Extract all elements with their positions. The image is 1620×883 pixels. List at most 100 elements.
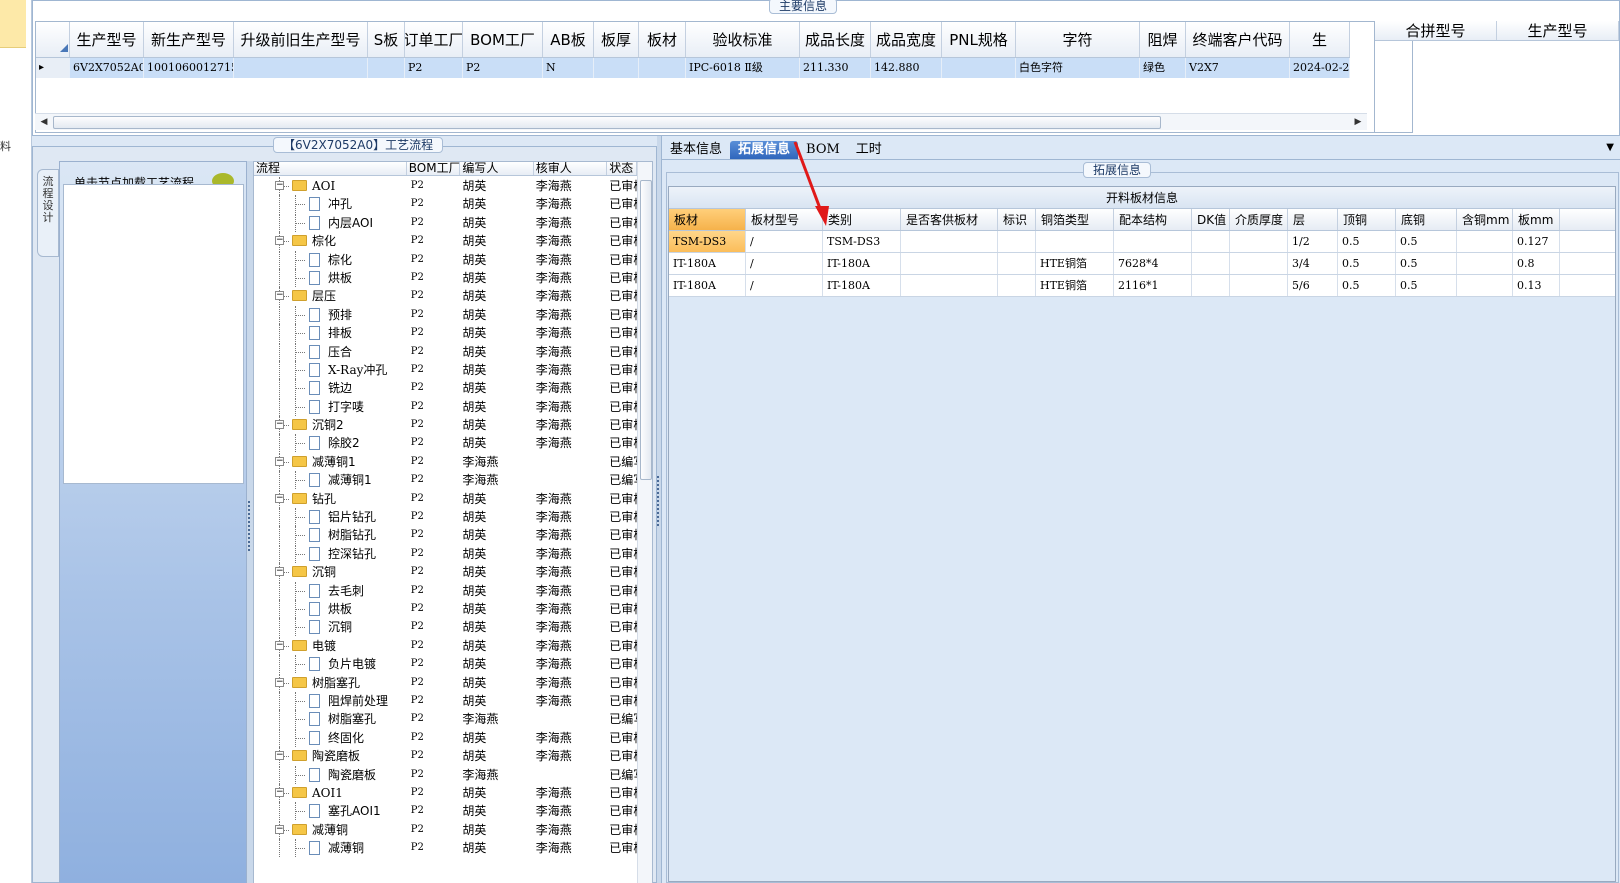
material-cell[interactable]: IT-180A xyxy=(669,253,746,274)
material-col-header[interactable]: DK值 xyxy=(1192,209,1230,230)
tab-1[interactable]: 拓展信息 xyxy=(730,141,799,159)
material-cell[interactable]: 0.5 xyxy=(1396,275,1457,296)
tree-row[interactable]: 终固化 P2 胡英 李海燕 已审核 xyxy=(254,728,637,747)
material-cell[interactable] xyxy=(1114,231,1192,252)
main-col-header[interactable]: PNL规格 xyxy=(942,22,1016,57)
tree-node[interactable]: 冲孔 xyxy=(254,195,407,214)
material-table-body[interactable]: TSM-DS3/TSM-DS3 1/2 0.5 0.5 0.127 IT-180A / IT-… xyxy=(669,231,1615,297)
material-col-header[interactable]: 顶铜 xyxy=(1338,209,1396,230)
main-col-header[interactable]: 新生产型号 xyxy=(144,22,234,57)
tree-node[interactable]: X-Ray冲孔 xyxy=(254,360,407,379)
material-cell[interactable]: 0.5 xyxy=(1396,253,1457,274)
tree-row[interactable]: − 沉铜 P2 胡英 李海燕 已审核 xyxy=(254,563,637,582)
main-cell[interactable]: IPC-6018 Ⅱ级 xyxy=(686,58,800,78)
material-cell[interactable]: / xyxy=(746,231,823,252)
tree-node[interactable]: 终固化 xyxy=(254,728,407,747)
collapse-icon[interactable]: − xyxy=(275,787,284,797)
tree-row[interactable]: − AOI1 P2 胡英 李海燕 已审核 xyxy=(254,783,637,802)
merge-col-header[interactable]: 生产型号 xyxy=(1497,21,1619,40)
material-cell[interactable]: 2116*1 xyxy=(1114,275,1192,296)
tree-row[interactable]: 减薄铜1 P2 李海燕 已编写 xyxy=(254,471,637,490)
material-row[interactable]: TSM-DS3/TSM-DS3 1/2 0.5 0.5 0.127 xyxy=(669,231,1615,253)
tree-node[interactable]: 塞孔AOI1 xyxy=(254,802,407,821)
tree-row[interactable]: 去毛刺 P2 胡英 李海燕 已审核 xyxy=(254,581,637,600)
collapse-icon[interactable]: − xyxy=(275,677,284,687)
material-cell[interactable]: 0.8 xyxy=(1513,253,1560,274)
tree-node[interactable]: 排板 xyxy=(254,324,407,343)
tree-row[interactable]: 排板 P2 胡英 李海燕 已审核 xyxy=(254,324,637,343)
tree-node[interactable]: 陶瓷磨板 xyxy=(254,765,407,784)
tree-node[interactable]: − 沉铜 xyxy=(254,563,407,582)
main-col-header[interactable]: 终端客户代码 xyxy=(1186,22,1290,57)
process-tree-grid[interactable]: 流程BOM工厂编写人核审人状态 −AOIP2胡英李海燕已审核冲孔P2胡英李海燕已… xyxy=(253,161,653,883)
material-cell[interactable]: HTE铜箔 xyxy=(1036,253,1114,274)
collapse-icon[interactable]: − xyxy=(275,493,284,503)
collapse-icon[interactable]: − xyxy=(275,751,284,761)
tree-col-header[interactable]: 流程 xyxy=(254,162,407,175)
material-cell[interactable]: TSM-DS3 xyxy=(823,231,901,252)
material-cell[interactable] xyxy=(1192,253,1230,274)
tree-row[interactable]: − 钻孔 P2 胡英 李海燕 已审核 xyxy=(254,489,637,508)
material-cell[interactable] xyxy=(1457,253,1513,274)
main-col-header[interactable]: S板 xyxy=(368,22,405,57)
main-cell[interactable]: P2 xyxy=(405,58,463,78)
material-cell[interactable] xyxy=(901,253,998,274)
tree-row[interactable]: 树脂塞孔 P2 李海燕 已编写 xyxy=(254,710,637,729)
tree-row[interactable]: 内层AOI P2 胡英 李海燕 已审核 xyxy=(254,213,637,232)
material-col-header[interactable]: 层 xyxy=(1288,209,1338,230)
material-col-header[interactable]: 配本结构 xyxy=(1114,209,1192,230)
main-col-header[interactable]: 字符 xyxy=(1016,22,1140,57)
main-cell[interactable]: 211.330 xyxy=(800,58,871,78)
tree-row[interactable]: − AOI P2 胡英 李海燕 已审核 xyxy=(254,177,637,195)
tree-col-header[interactable]: 核审人 xyxy=(534,162,608,175)
main-cell[interactable] xyxy=(368,58,405,78)
material-cell[interactable] xyxy=(998,253,1036,274)
material-cell[interactable]: 0.5 xyxy=(1396,231,1457,252)
tree-node[interactable]: − 钻孔 xyxy=(254,489,407,508)
tree-row[interactable]: − 减薄铜 P2 胡英 李海燕 已审核 xyxy=(254,820,637,839)
material-cell[interactable] xyxy=(1457,231,1513,252)
tree-node[interactable]: − 减薄铜1 xyxy=(254,452,407,471)
material-cell[interactable] xyxy=(1036,231,1114,252)
material-cell[interactable] xyxy=(1230,253,1288,274)
tree-node[interactable]: − 棕化 xyxy=(254,232,407,251)
tab-0[interactable]: 基本信息 xyxy=(662,141,730,159)
material-col-header[interactable]: 是否客供板材 xyxy=(901,209,998,230)
main-col-header[interactable]: 验收标准 xyxy=(686,22,800,57)
tree-row[interactable]: 树脂钻孔 P2 胡英 李海燕 已审核 xyxy=(254,526,637,545)
main-grid-hscrollbar[interactable]: ◀ ▶ xyxy=(35,113,1367,130)
scroll-right-icon[interactable]: ▶ xyxy=(1351,115,1365,129)
tree-row[interactable]: 棕化 P2 胡英 李海燕 已审核 xyxy=(254,250,637,269)
main-col-header[interactable]: BOM工厂 xyxy=(463,22,543,57)
tree-row[interactable]: 铝片钻孔 P2 胡英 李海燕 已审核 xyxy=(254,508,637,527)
tree-node[interactable]: 烘板 xyxy=(254,599,407,618)
tree-col-header[interactable]: 编写人 xyxy=(460,162,534,175)
tree-node[interactable]: − AOI1 xyxy=(254,783,407,802)
tree-node[interactable]: 去毛刺 xyxy=(254,581,407,600)
main-cell[interactable]: P2 xyxy=(463,58,543,78)
tree-node[interactable]: 内层AOI xyxy=(254,213,407,232)
material-col-header[interactable]: 底铜 xyxy=(1396,209,1457,230)
tree-vscrollbar[interactable] xyxy=(637,162,652,883)
material-cell[interactable]: 0.5 xyxy=(1338,275,1396,296)
material-cell[interactable]: / xyxy=(746,275,823,296)
material-cell[interactable] xyxy=(998,275,1036,296)
material-cell[interactable] xyxy=(1192,275,1230,296)
material-cell[interactable]: / xyxy=(746,253,823,274)
material-table[interactable]: 开料板材信息 板材 板材型号 类别 是否客供板材 标识 铜箔类型 配本结构 DK值 介质厚度层顶… xyxy=(668,186,1616,882)
process-tree-body[interactable]: −AOIP2胡英李海燕已审核冲孔P2胡英李海燕已审核内层AOIP2胡英李海燕已审… xyxy=(254,177,637,858)
tree-row[interactable]: 烘板 P2 胡英 李海燕 已审核 xyxy=(254,268,637,287)
tree-node[interactable]: 树脂钻孔 xyxy=(254,526,407,545)
material-col-header[interactable]: 板材 xyxy=(669,209,746,230)
material-cell[interactable] xyxy=(901,231,998,252)
tree-node[interactable]: 烘板 xyxy=(254,268,407,287)
tree-row[interactable]: X-Ray冲孔 P2 胡英 李海燕 已审核 xyxy=(254,360,637,379)
material-col-header[interactable]: 板材型号 xyxy=(746,209,823,230)
material-col-header[interactable]: 铜箔类型 xyxy=(1036,209,1114,230)
tree-node[interactable]: 棕化 xyxy=(254,250,407,269)
material-cell[interactable]: IT-180A xyxy=(669,275,746,296)
main-cell[interactable] xyxy=(234,58,368,78)
hscroll-thumb[interactable] xyxy=(53,116,1161,129)
material-col-header[interactable]: 板mm xyxy=(1513,209,1560,230)
main-cell[interactable]: 2024-02-2 xyxy=(1290,58,1350,78)
